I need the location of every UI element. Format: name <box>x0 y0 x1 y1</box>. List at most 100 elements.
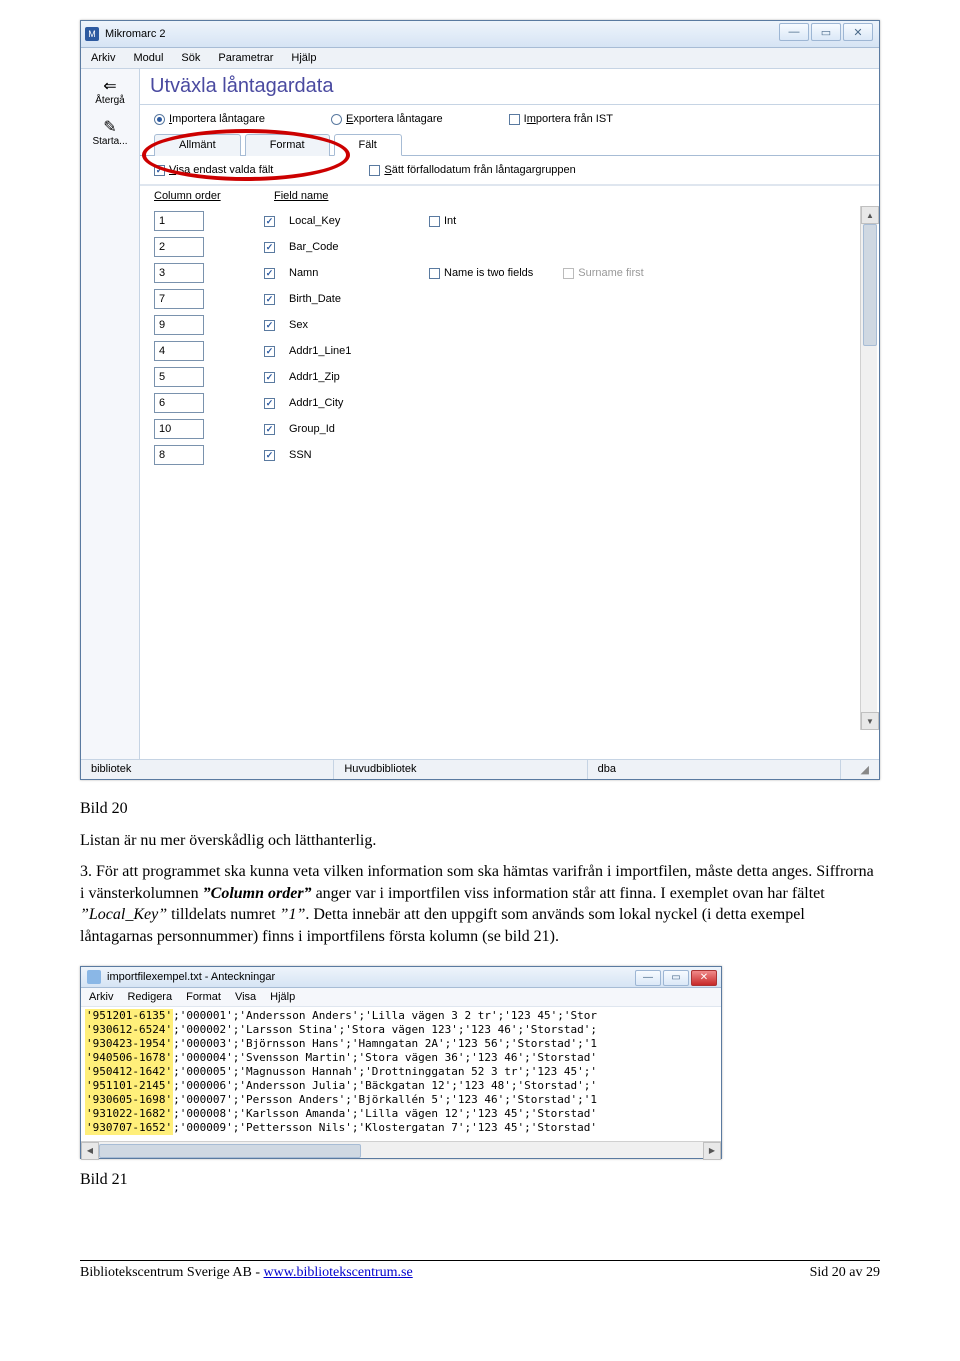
extra-name-two[interactable]: Name is two fields <box>429 267 533 279</box>
extra-int[interactable]: Int <box>429 215 456 227</box>
order-input[interactable]: 4 <box>154 341 204 361</box>
check-show-selected[interactable]: Visa endast valda fält <box>154 164 273 176</box>
scroll-thumb[interactable] <box>99 1144 361 1158</box>
order-input[interactable]: 8 <box>154 445 204 465</box>
radio-import[interactable]: IImportera låntagaremportera låntagare <box>154 113 265 125</box>
extra-int-label: Int <box>444 215 456 227</box>
field-checkbox[interactable] <box>264 216 275 227</box>
caption-bild-21-wrap: Bild 21 <box>80 1169 880 1191</box>
app-icon: M <box>85 27 99 41</box>
scroll-thumb[interactable] <box>863 224 877 346</box>
menu-visa[interactable]: Visa <box>235 991 256 1003</box>
menu-hjalp[interactable]: Hjälp <box>270 991 295 1003</box>
field-checkbox[interactable] <box>264 398 275 409</box>
radio-icon <box>331 114 342 125</box>
footer-link[interactable]: www.bibliotekscentrum.se <box>264 1265 413 1280</box>
menu-hjalp[interactable]: Hjälp <box>291 52 316 64</box>
check-set-due-label: Sätt förfallodatum från låntagargruppen <box>384 164 575 176</box>
titlebar[interactable]: importfilexempel.txt - Anteckningar — ▭ … <box>81 967 721 988</box>
field-name: Namn <box>289 267 399 279</box>
minimize-button[interactable]: — <box>635 970 661 986</box>
order-input[interactable]: 10 <box>154 419 204 439</box>
line-rest: ;'000004';'Svensson Martin';'Stora vägen… <box>173 1051 597 1065</box>
field-name: Sex <box>289 319 399 331</box>
field-row: 1 Local_Key Int <box>154 208 865 234</box>
field-row: 8 SSN <box>154 442 865 468</box>
order-input[interactable]: 2 <box>154 237 204 257</box>
field-checkbox[interactable] <box>264 450 275 461</box>
highlighted-ssn: '950412-1642' <box>85 1065 173 1079</box>
radio-import-label: IImportera låntagaremportera låntagare <box>169 113 265 125</box>
close-button[interactable]: ✕ <box>691 970 717 986</box>
field-checkbox[interactable] <box>264 346 275 357</box>
check-ist-label: Importera från IST <box>524 113 613 125</box>
text-line: '951201-6135';'000001';'Andersson Anders… <box>85 1009 717 1023</box>
check-set-due[interactable]: Sätt förfallodatum från låntagargruppen <box>369 164 575 176</box>
field-checkbox[interactable] <box>264 424 275 435</box>
text-line: '940506-1678';'000004';'Svensson Martin'… <box>85 1051 717 1065</box>
menu-arkiv[interactable]: Arkiv <box>91 52 115 64</box>
order-input[interactable]: 1 <box>154 211 204 231</box>
highlighted-ssn: '931022-1682' <box>85 1107 173 1121</box>
order-input[interactable]: 5 <box>154 367 204 387</box>
maximize-button[interactable]: ▭ <box>811 23 841 41</box>
panel-title: Utväxla låntagardata <box>140 69 879 105</box>
scroll-left-icon[interactable]: ◀ <box>81 1142 99 1160</box>
highlighted-ssn: '930605-1698' <box>85 1093 173 1107</box>
text-quote: ”Local_Key” <box>80 906 167 923</box>
field-row: 5 Addr1_Zip <box>154 364 865 390</box>
toolbar-back-label: Återgå <box>95 95 124 106</box>
page-footer: Bibliotekscentrum Sverige AB - www.bibli… <box>80 1260 880 1281</box>
order-input[interactable]: 9 <box>154 315 204 335</box>
field-checkbox[interactable] <box>264 268 275 279</box>
field-checkbox[interactable] <box>264 372 275 383</box>
maximize-button[interactable]: ▭ <box>663 970 689 986</box>
tab-falt[interactable]: Fält <box>334 134 402 156</box>
toolbar-back[interactable]: ⇐ Återgå <box>81 75 139 116</box>
highlighted-ssn: '930612-6524' <box>85 1023 173 1037</box>
window-title: Mikromarc 2 <box>105 28 166 40</box>
main-panel: Utväxla låntagardata IImportera låntagar… <box>140 69 879 759</box>
order-input[interactable]: 7 <box>154 289 204 309</box>
field-checkbox[interactable] <box>264 320 275 331</box>
order-input[interactable]: 6 <box>154 393 204 413</box>
scroll-up-icon[interactable]: ▲ <box>861 206 879 224</box>
highlighted-ssn: '930423-1954' <box>85 1037 173 1051</box>
menu-format[interactable]: Format <box>186 991 221 1003</box>
extra-surname-first: Surname first <box>563 267 643 279</box>
scroll-down-icon[interactable]: ▼ <box>861 712 879 730</box>
menu-modul[interactable]: Modul <box>133 52 163 64</box>
highlighted-ssn: '930707-1652' <box>85 1121 173 1135</box>
menu-parametrar[interactable]: Parametrar <box>218 52 273 64</box>
check-ist[interactable]: Importera från IST <box>509 113 613 125</box>
minimize-button[interactable]: — <box>779 23 809 41</box>
text-content[interactable]: '951201-6135';'000001';'Andersson Anders… <box>81 1007 721 1141</box>
scroll-right-icon[interactable]: ▶ <box>703 1142 721 1160</box>
close-button[interactable]: ✕ <box>843 23 873 41</box>
tab-format[interactable]: Format <box>245 134 330 156</box>
field-checkbox[interactable] <box>264 294 275 305</box>
resize-grip-icon[interactable]: ◢ <box>841 760 879 779</box>
field-row: 3 Namn Name is two fields Surname first <box>154 260 865 286</box>
text-line: '930423-1954';'000003';'Björnsson Hans';… <box>85 1037 717 1051</box>
toolbar-start[interactable]: ✎ Starta... <box>81 116 139 157</box>
titlebar[interactable]: M Mikromarc 2 — ▭ ✕ <box>81 21 879 48</box>
field-name: Local_Key <box>289 215 399 227</box>
horizontal-scrollbar[interactable]: ◀ ▶ <box>81 1141 721 1158</box>
radio-export[interactable]: Exportera låntagare <box>331 113 443 125</box>
field-name: Group_Id <box>289 423 399 435</box>
menu-redigera[interactable]: Redigera <box>127 991 172 1003</box>
order-input[interactable]: 3 <box>154 263 204 283</box>
menu-arkiv[interactable]: Arkiv <box>89 991 113 1003</box>
paragraph-2: 3. För att programmet ska kunna veta vil… <box>80 861 880 947</box>
highlighted-ssn: '951101-2145' <box>85 1079 173 1093</box>
checkbox-icon <box>369 165 380 176</box>
menu-sok[interactable]: Sök <box>181 52 200 64</box>
field-row: 7 Birth_Date <box>154 286 865 312</box>
line-rest: ;'000007';'Persson Anders';'Björkallén 5… <box>173 1093 597 1107</box>
field-checkbox[interactable] <box>264 242 275 253</box>
tab-allmant[interactable]: Allmänt <box>154 134 241 156</box>
vertical-scrollbar[interactable]: ▲ ▼ <box>860 206 877 730</box>
paragraph-1: Listan är nu mer överskådlig och lätthan… <box>80 830 880 852</box>
field-name: Addr1_City <box>289 397 399 409</box>
